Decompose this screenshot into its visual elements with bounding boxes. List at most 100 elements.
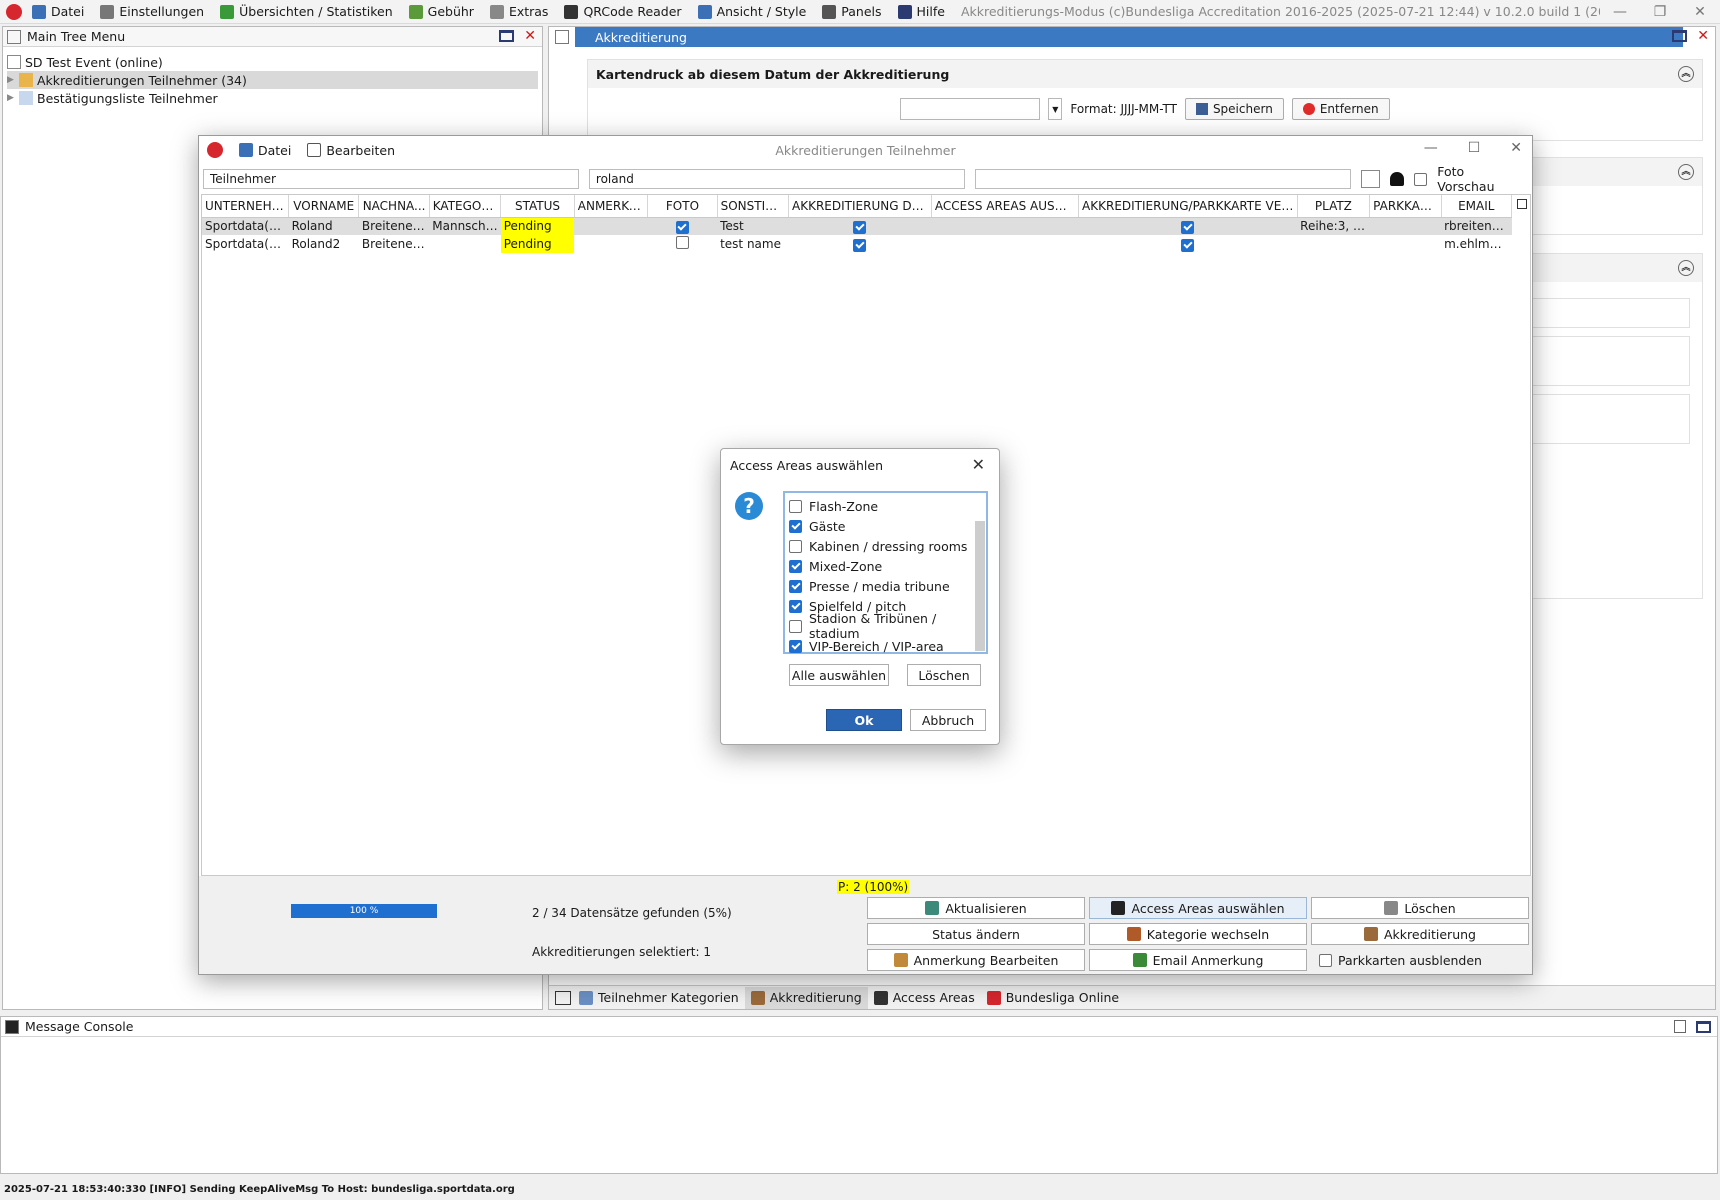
column-header[interactable]: EMAIL <box>1441 195 1513 218</box>
expand-arrow-icon[interactable]: ▶ <box>7 75 19 85</box>
tree-item[interactable]: ▶ Bestätigungsliste Teilnehmer <box>7 89 538 107</box>
close-icon[interactable]: ✕ <box>1510 140 1522 156</box>
close-panel-icon[interactable]: ✕ <box>1697 29 1709 43</box>
column-chooser-icon[interactable] <box>1517 199 1527 209</box>
trash-icon[interactable] <box>1674 1020 1686 1033</box>
access-area-item[interactable]: Presse / media tribune <box>785 576 986 596</box>
access-area-item[interactable]: Flash-Zone <box>785 496 986 516</box>
maximize-panel-icon[interactable] <box>1672 30 1688 42</box>
cell-druck[interactable] <box>788 217 932 235</box>
expand-arrow-icon[interactable]: ▶ <box>7 93 19 103</box>
access-area-item[interactable]: Stadion & Tribünen / stadium <box>785 611 986 641</box>
access-area-item[interactable]: Mixed-Zone <box>785 556 986 576</box>
access-area-checkbox[interactable] <box>789 599 802 613</box>
foto-checkbox[interactable] <box>675 220 689 234</box>
menu-8[interactable]: Hilfe <box>897 4 945 19</box>
column-header[interactable]: PLATZ <box>1297 195 1371 218</box>
column-header[interactable]: FOTO <box>647 195 718 218</box>
column-header[interactable]: SONSTIGES <box>717 195 790 218</box>
menu-3[interactable]: Gebühr <box>408 4 474 19</box>
select-all-button[interactable]: Alle auswählen <box>789 664 889 686</box>
access-area-item[interactable]: Gäste <box>785 516 986 536</box>
cancel-button[interactable]: Abbruch <box>910 709 986 731</box>
maximize-icon[interactable]: ☐ <box>1468 140 1481 156</box>
filter-extra-input[interactable] <box>974 169 1351 189</box>
action-button-6[interactable]: Anmerkung Bearbeiten <box>867 949 1085 971</box>
filter-category-input[interactable]: Teilnehmer <box>203 169 579 189</box>
column-header[interactable]: NACHNA... <box>358 195 430 218</box>
action-button-2[interactable]: Löschen <box>1311 897 1529 919</box>
column-header[interactable]: AKKREDITIERUNG/PARKKARTE VERSCH... <box>1078 195 1298 218</box>
tree-item[interactable]: ▶ Akkreditierungen Teilnehmer (34) <box>7 71 538 89</box>
filter-name-input[interactable]: roland <box>588 169 965 189</box>
action-button-5[interactable]: Akkreditierung <box>1311 923 1529 945</box>
tab-2[interactable]: Access Areas <box>868 987 981 1009</box>
column-header[interactable]: KATEGORIE <box>429 195 502 218</box>
cell-versch[interactable] <box>1079 235 1298 253</box>
photo-preview-checkbox[interactable] <box>1414 172 1428 186</box>
remove-button[interactable]: Entfernen <box>1291 98 1390 120</box>
cell-foto[interactable] <box>648 235 717 253</box>
tree-root[interactable]: SD Test Event (online) <box>7 53 538 71</box>
minimize-icon[interactable]: — <box>1424 140 1438 156</box>
hide-parking-checkbox[interactable] <box>1319 953 1332 967</box>
table-row[interactable]: Sportdata(Sp... Roland Breiteneder Mannscha… <box>202 217 1512 235</box>
ok-button[interactable]: Ok <box>826 709 902 731</box>
menu-4[interactable]: Extras <box>489 4 548 19</box>
action-button-4[interactable]: Kategorie wechseln <box>1089 923 1307 945</box>
menu-1[interactable]: Einstellungen <box>100 4 204 19</box>
column-header[interactable]: ACCESS AREAS AUSWÄH... <box>931 195 1080 218</box>
table-row[interactable]: Sportdata(Sp...Roland2 Breitenede... Pendi… <box>202 235 1512 253</box>
tab-1[interactable]: Akkreditierung <box>744 986 868 1009</box>
minimize-icon[interactable]: — <box>1600 4 1640 20</box>
dialog-close-icon[interactable]: ✕ <box>972 455 985 474</box>
menu-datei[interactable]: Datei <box>239 143 291 158</box>
foto-checkbox[interactable] <box>675 236 689 249</box>
action-button-1[interactable]: Access Areas auswählen <box>1089 897 1307 919</box>
save-button[interactable]: Speichern <box>1184 98 1284 120</box>
access-area-checkbox[interactable] <box>789 519 802 533</box>
close-panel-icon[interactable]: ✕ <box>524 29 536 43</box>
versch-checkbox[interactable] <box>1181 238 1195 252</box>
close-icon[interactable]: ✕ <box>1680 4 1720 20</box>
action-button-0[interactable]: Aktualisieren <box>867 897 1085 919</box>
clear-button[interactable]: Löschen <box>907 664 981 686</box>
access-area-checkbox[interactable] <box>789 619 802 633</box>
access-area-checkbox[interactable] <box>789 539 802 553</box>
menu-5[interactable]: QRCode Reader <box>564 4 682 19</box>
date-dropdown-icon[interactable]: ▼ <box>1048 98 1063 120</box>
menu-bearbeiten[interactable]: Bearbeiten <box>307 143 395 158</box>
cell-druck[interactable] <box>789 235 932 253</box>
access-area-checkbox[interactable] <box>789 499 802 513</box>
menu-0[interactable]: Datei <box>32 4 84 19</box>
access-area-checkbox[interactable] <box>789 559 802 573</box>
filter-clear-icon[interactable] <box>1360 170 1381 188</box>
cell-foto[interactable] <box>647 217 718 235</box>
panel-switch-icon[interactable] <box>555 30 569 44</box>
action-button-3[interactable]: Status ändern <box>867 923 1085 945</box>
maximize-panel-icon[interactable] <box>499 30 515 42</box>
tab-3[interactable]: Bundesliga Online <box>981 987 1125 1009</box>
cell-versch[interactable] <box>1078 217 1298 235</box>
restore-icon[interactable]: ❐ <box>1640 4 1680 20</box>
maximize-panel-icon[interactable] <box>1696 1020 1711 1033</box>
access-area-item[interactable]: Kabinen / dressing rooms <box>785 536 986 556</box>
column-header[interactable]: ANMERKU... <box>574 195 649 218</box>
column-header[interactable]: AKKREDITIERUNG DRUC... <box>788 195 932 218</box>
menu-2[interactable]: Übersichten / Statistiken <box>220 4 393 19</box>
list-scrollbar[interactable] <box>975 521 985 651</box>
column-header[interactable]: UNTERNEHM... <box>202 195 290 218</box>
access-area-checkbox[interactable] <box>789 579 802 593</box>
druck-checkbox[interactable] <box>853 238 867 252</box>
action-button-7[interactable]: Email Anmerkung <box>1089 949 1307 971</box>
menu-7[interactable]: Panels <box>822 4 882 19</box>
versch-checkbox[interactable] <box>1181 220 1195 234</box>
column-header[interactable]: STATUS <box>500 195 575 218</box>
column-header[interactable]: PARKKARTE <box>1369 195 1442 218</box>
layout-icon[interactable] <box>555 990 571 1005</box>
tab-0[interactable]: Teilnehmer Kategorien <box>573 987 745 1009</box>
collapse-icon[interactable]: ︽ <box>1678 260 1694 276</box>
collapse-icon[interactable]: ︽ <box>1678 164 1694 180</box>
collapse-icon[interactable]: ︽ <box>1678 66 1694 82</box>
hide-parking-cards[interactable]: Parkkarten ausblenden <box>1311 949 1529 971</box>
